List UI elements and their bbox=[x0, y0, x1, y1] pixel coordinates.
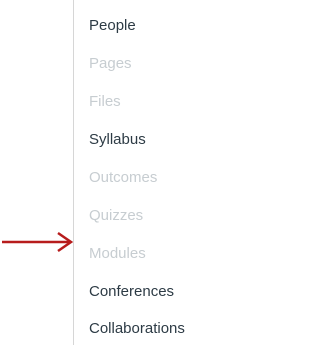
course-nav-item-conferences[interactable]: Conferences bbox=[89, 283, 174, 301]
course-nav-item-quizzes[interactable]: Quizzes bbox=[89, 207, 143, 225]
course-nav-item-syllabus[interactable]: Syllabus bbox=[89, 131, 146, 149]
right-arrow-icon bbox=[2, 231, 74, 253]
course-nav-item-files[interactable]: Files bbox=[89, 93, 121, 111]
course-nav-menu: People Pages Files Syllabus Outcomes Qui… bbox=[73, 0, 259, 345]
course-nav-item-outcomes[interactable]: Outcomes bbox=[89, 169, 157, 187]
course-nav-item-modules[interactable]: Modules bbox=[89, 245, 146, 263]
course-nav-item-pages[interactable]: Pages bbox=[89, 55, 132, 73]
course-nav-item-collaborations[interactable]: Collaborations bbox=[89, 320, 185, 338]
course-navigation-screenshot: People Pages Files Syllabus Outcomes Qui… bbox=[0, 0, 259, 345]
course-nav-item-people[interactable]: People bbox=[89, 17, 136, 35]
